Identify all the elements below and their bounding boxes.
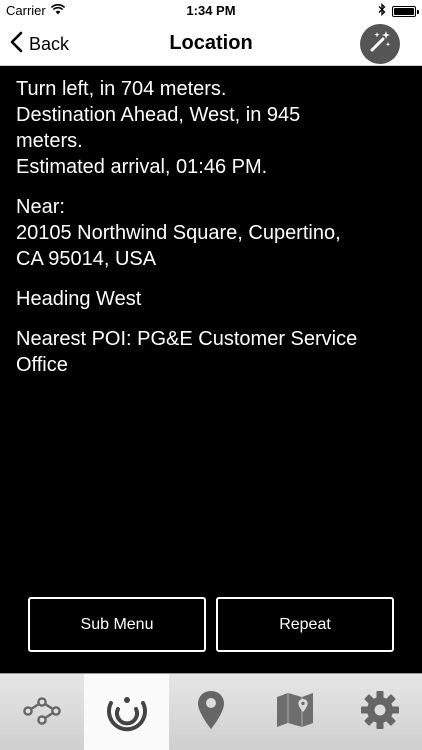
near-label: Near: (16, 196, 65, 218)
route-line: meters. (16, 130, 83, 152)
address-line: CA 95014, USA (16, 248, 157, 270)
page-title: Location (169, 32, 253, 54)
poi-info: Nearest POI: PG&E Customer Service Offic… (16, 326, 408, 378)
route-icon (22, 690, 62, 735)
magic-wand-icon (367, 29, 393, 60)
navigation-bar: Back Location (0, 22, 422, 66)
poi-line: Office (16, 354, 68, 376)
route-line: Destination Ahead, West, in 945 (16, 104, 301, 126)
tab-location[interactable] (84, 674, 169, 750)
action-row: Sub Menu Repeat (28, 597, 394, 652)
magic-wand-button[interactable] (360, 24, 400, 64)
tab-route[interactable] (0, 674, 84, 750)
route-line: Estimated arrival, 01:46 PM. (16, 156, 268, 178)
address-line: 20105 Northwind Square, Cupertino, (16, 222, 341, 244)
poi-line: Nearest POI: PG&E Customer Service (16, 328, 358, 350)
status-right (378, 2, 419, 19)
sub-menu-button[interactable]: Sub Menu (28, 597, 206, 652)
status-time: 1:34 PM (186, 3, 236, 18)
heading-text: Heading West (16, 288, 142, 310)
tab-bar (0, 673, 422, 750)
tab-settings[interactable] (338, 674, 422, 750)
map-icon (274, 690, 316, 735)
map-pin-icon (196, 689, 226, 736)
tab-map[interactable] (253, 674, 337, 750)
tab-poi[interactable] (169, 674, 253, 750)
gear-icon (359, 689, 401, 736)
heading-info: Heading West (16, 286, 408, 312)
route-line: Turn left, in 704 meters. (16, 78, 227, 100)
location-radar-icon (103, 686, 151, 739)
route-info: Turn left, in 704 meters. Destination Ah… (16, 76, 408, 180)
bluetooth-icon (378, 2, 386, 19)
repeat-button[interactable]: Repeat (216, 597, 394, 652)
battery-icon (392, 5, 419, 17)
screen: Carrier 1:34 PM Back Location Turn left,… (0, 0, 422, 750)
location-content: Turn left, in 704 meters. Destination Ah… (16, 76, 408, 392)
near-info: Near: 20105 Northwind Square, Cupertino,… (16, 194, 408, 272)
status-bar: Carrier 1:34 PM (0, 0, 422, 22)
